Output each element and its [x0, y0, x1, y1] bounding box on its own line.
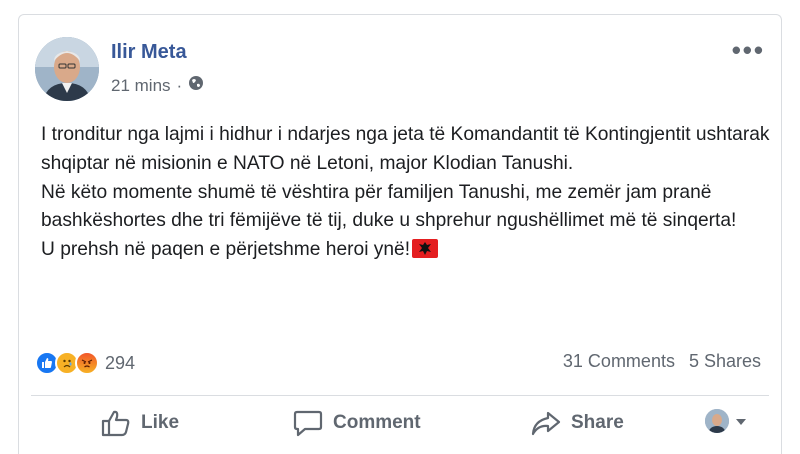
- share-arrow-icon: [531, 411, 561, 436]
- like-label: Like: [141, 412, 180, 433]
- reactions-summary[interactable]: 294: [35, 351, 135, 375]
- angry-icon: [75, 351, 99, 375]
- albania-flag-icon: [412, 239, 439, 259]
- post-body: I tronditur nga lajmi i hidhur i ndarjes…: [41, 121, 771, 265]
- post-paragraph: Në këto momente shumë të vështira për fa…: [41, 181, 737, 232]
- more-icon[interactable]: •••: [732, 35, 765, 66]
- post-paragraph: I tronditur nga lajmi i hidhur i ndarjes…: [41, 124, 770, 174]
- comment-icon: [293, 410, 323, 437]
- comments-count-link[interactable]: 31 Comments: [563, 351, 675, 372]
- post-meta: 21 mins ·: [111, 75, 204, 96]
- post-time[interactable]: 21 mins: [111, 76, 171, 96]
- action-bar: Like Comment Share: [19, 409, 781, 449]
- caret-down-icon: [735, 410, 757, 432]
- author-avatar[interactable]: [35, 37, 99, 101]
- comment-button[interactable]: Comment: [293, 409, 421, 437]
- share-button[interactable]: Share: [531, 409, 624, 437]
- post-card: Ilir Meta 21 mins · ••• I tronditur nga …: [18, 14, 782, 454]
- like-button[interactable]: Like: [101, 409, 179, 437]
- actions-divider: [31, 395, 769, 396]
- post-stats: 31 Comments 5 Shares: [563, 351, 761, 372]
- meta-separator: ·: [176, 75, 183, 95]
- mini-avatar: [705, 409, 729, 433]
- comment-label: Comment: [333, 412, 421, 433]
- thumbs-up-icon: [101, 410, 130, 437]
- post-paragraph-last: U prehsh në paqen e përjetshme heroi ynë…: [41, 236, 771, 265]
- reaction-count: 294: [105, 352, 136, 373]
- share-label: Share: [571, 412, 624, 433]
- reaction-as-selector[interactable]: [705, 409, 757, 433]
- author-name[interactable]: Ilir Meta: [111, 41, 187, 64]
- shares-count-link[interactable]: 5 Shares: [689, 351, 761, 372]
- globe-icon[interactable]: [188, 75, 204, 96]
- post-paragraph-text: U prehsh në paqen e përjetshme heroi ynë…: [41, 239, 411, 261]
